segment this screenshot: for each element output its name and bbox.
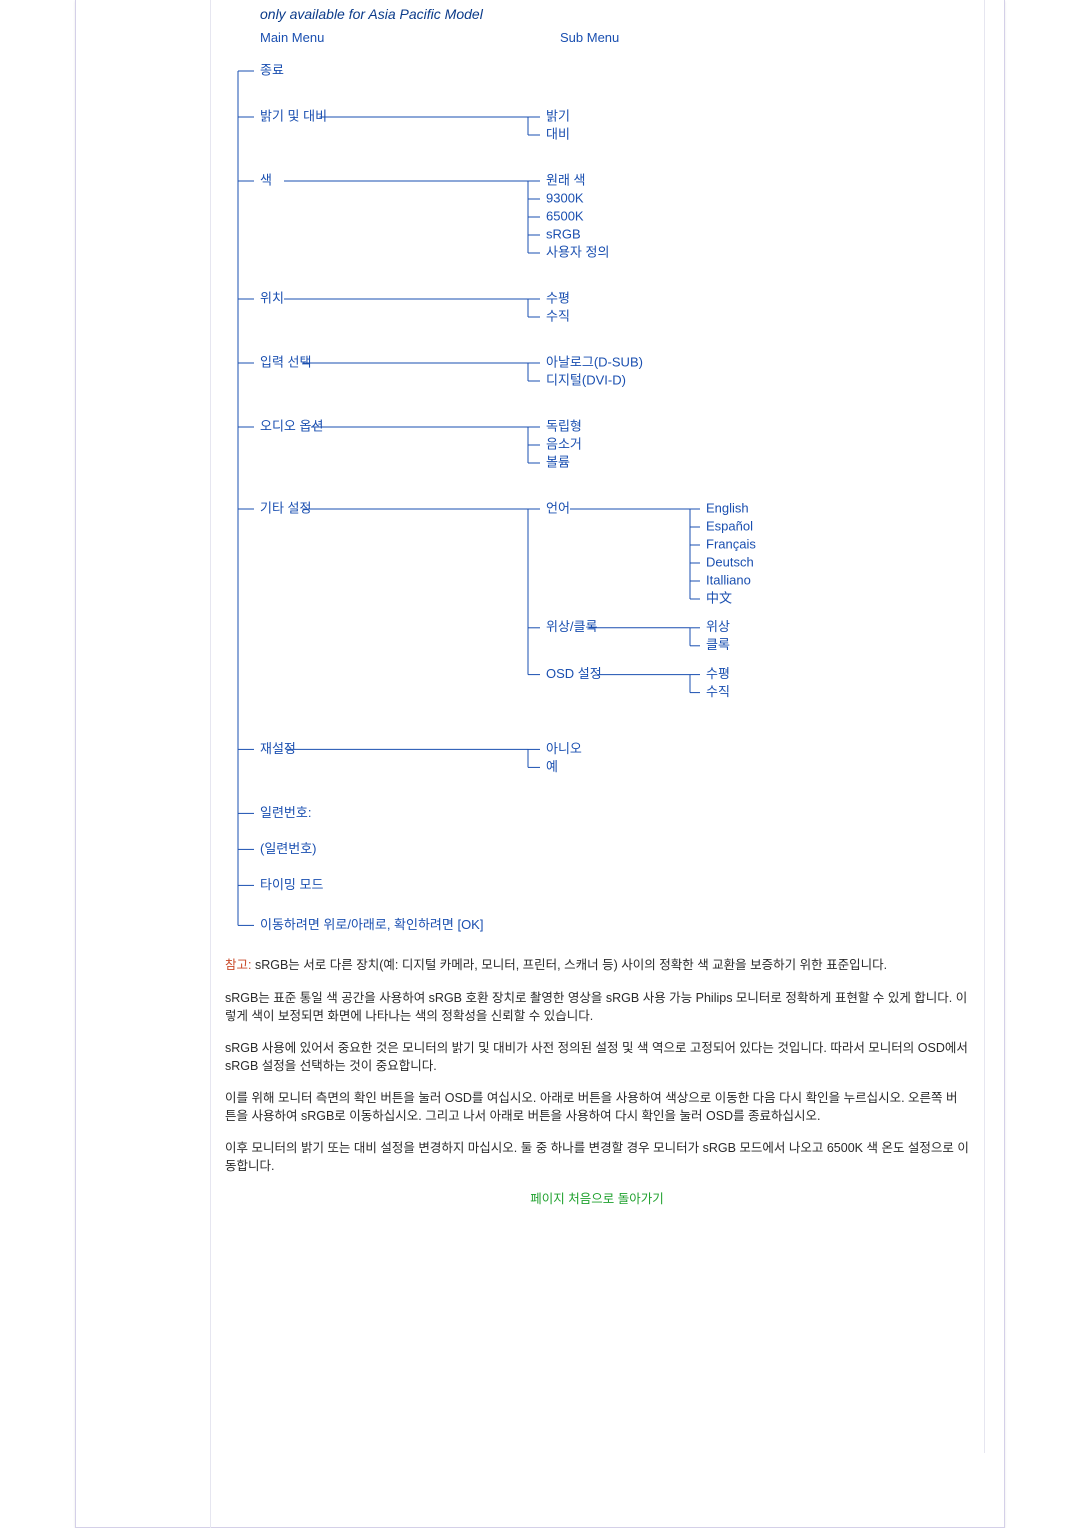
menu-sub2-6-1-0: 위상 bbox=[706, 619, 730, 634]
menu-sub-4-1: 디지털(DVI-D) bbox=[546, 372, 626, 387]
back-to-top-link[interactable]: 페이지 처음으로 돌아가기 bbox=[225, 1190, 969, 1208]
menu-main-3: 위치 bbox=[260, 290, 284, 305]
menu-main-7: 재설정 bbox=[260, 741, 296, 756]
menu-sub-3-0: 수평 bbox=[546, 290, 570, 305]
menu-sub-5-2: 볼륨 bbox=[546, 454, 570, 469]
menu-sub-5-0: 독립형 bbox=[546, 418, 582, 433]
sub-menu-header: Sub Menu bbox=[560, 30, 760, 45]
menu-sub2-6-0-1: Español bbox=[706, 518, 753, 533]
menu-main-6: 기타 설정 bbox=[260, 500, 311, 515]
srgb-note-text: sRGB는 서로 다른 장치(예: 디지털 카메라, 모니터, 프린터, 스캐너… bbox=[251, 958, 887, 972]
menu-sub-1-0: 밝기 bbox=[546, 108, 570, 123]
menu-sub-3-1: 수직 bbox=[546, 308, 570, 323]
srgb-paragraph-5: 이후 모니터의 밝기 또는 대비 설정을 변경하지 마십시오. 둘 중 하나를 … bbox=[225, 1139, 969, 1175]
column-headers: Main Menu Sub Menu bbox=[260, 30, 984, 45]
menu-sub-5-1: 음소거 bbox=[546, 436, 582, 451]
menu-main-10: 타이밍 모드 bbox=[260, 877, 323, 892]
menu-sub2-6-1-1: 클록 bbox=[706, 637, 730, 652]
menu-sub-1-1: 대비 bbox=[546, 126, 570, 141]
menu-sub2-6-0-3: Deutsch bbox=[706, 554, 754, 569]
menu-main-2: 색 bbox=[260, 172, 272, 187]
menu-sub2-6-2-0: 수평 bbox=[706, 666, 730, 681]
menu-main-8: 일련번호: bbox=[260, 805, 311, 820]
menu-sub-2-2: 6500K bbox=[546, 208, 584, 223]
main-menu-header: Main Menu bbox=[260, 30, 560, 45]
menu-main-9: (일련번호) bbox=[260, 841, 317, 856]
menu-main-4: 입력 선택 bbox=[260, 354, 311, 369]
menu-sub-7-1: 예 bbox=[546, 759, 558, 774]
menu-sub-2-1: 9300K bbox=[546, 190, 584, 205]
menu-sub-2-4: 사용자 정의 bbox=[546, 244, 609, 259]
reference-label: 참고: bbox=[225, 958, 251, 972]
menu-sub-6-1: 위상/클록 bbox=[546, 619, 597, 634]
menu-sub-7-0: 아니오 bbox=[546, 741, 582, 756]
model-availability-note: only available for Asia Pacific Model bbox=[260, 6, 984, 22]
menu-sub-6-0: 언어 bbox=[546, 500, 570, 515]
menu-sub2-6-0-4: Italliano bbox=[706, 572, 751, 587]
menu-sub2-6-2-1: 수직 bbox=[706, 684, 730, 699]
srgb-description: 참고: sRGB는 서로 다른 장치(예: 디지털 카메라, 모니터, 프린터,… bbox=[225, 956, 969, 1207]
srgb-paragraph-4: 이를 위해 모니터 측면의 확인 버튼을 눌러 OSD를 여십시오. 아래로 버… bbox=[225, 1089, 969, 1125]
srgb-note-paragraph: 참고: sRGB는 서로 다른 장치(예: 디지털 카메라, 모니터, 프린터,… bbox=[225, 956, 969, 974]
menu-sub-2-0: 원래 색 bbox=[546, 172, 586, 187]
menu-sub-6-2: OSD 설정 bbox=[546, 666, 602, 681]
menu-main-5: 오디오 옵션 bbox=[260, 418, 323, 433]
srgb-paragraph-2: sRGB는 표준 통일 색 공간을 사용하여 sRGB 호환 장치로 촬영한 영… bbox=[225, 989, 969, 1025]
menu-sub2-6-0-2: Français bbox=[706, 536, 756, 551]
menu-sub-2-3: sRGB bbox=[546, 226, 581, 241]
menu-main-0: 종료 bbox=[260, 62, 284, 77]
osd-menu-tree: 종료밝기 및 대비 밝기대비색 원래 색 9300K 6500K sRGB 사용자 정의위치… bbox=[230, 53, 984, 944]
menu-sub2-6-0-5: 中文 bbox=[706, 590, 732, 605]
srgb-paragraph-3: sRGB 사용에 있어서 중요한 것은 모니터의 밝기 및 대비가 사전 정의된… bbox=[225, 1039, 969, 1075]
menu-sub-4-0: 아날로그(D-SUB) bbox=[546, 354, 643, 369]
menu-main-1: 밝기 및 대비 bbox=[260, 108, 327, 123]
menu-navigation-instruction: 이동하려면 위로/아래로, 확인하려면 [OK] bbox=[260, 917, 483, 932]
menu-sub2-6-0-0: English bbox=[706, 500, 749, 515]
